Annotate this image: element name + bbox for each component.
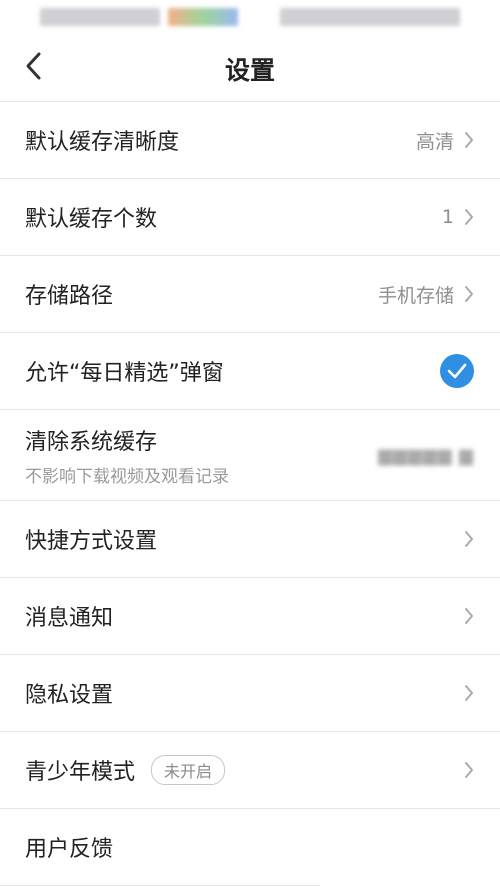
setting-value: 高清 [415, 130, 454, 153]
chevron-left-icon [24, 51, 42, 85]
setting-privacy[interactable]: 隐私设置 [0, 654, 500, 731]
chevron-right-icon [464, 208, 474, 226]
setting-feedback[interactable]: 用户反馈 [0, 808, 500, 885]
setting-notifications[interactable]: 消息通知 [0, 577, 500, 654]
chevron-right-icon [464, 761, 474, 779]
setting-label: 默认缓存个数 [25, 207, 158, 232]
setting-subtitle: 不影响下载视频及观看记录 [25, 466, 229, 487]
page-title: 设置 [224, 56, 275, 85]
setting-label: 允许“每日精选”弹窗 [25, 361, 224, 386]
setting-label: 用户反馈 [25, 837, 114, 862]
settings-list: 默认缓存清晰度 高清 默认缓存个数 1 存储路径 手机存储 允许“每日精选”弹窗… [0, 101, 500, 886]
setting-value: 手机存储 [377, 284, 454, 307]
status-badge: 未开启 [151, 755, 226, 785]
back-button[interactable] [18, 50, 48, 86]
setting-shortcut[interactable]: 快捷方式设置 [0, 500, 500, 577]
chevron-right-icon [464, 684, 474, 702]
setting-label: 快捷方式设置 [25, 529, 158, 554]
divider [0, 885, 320, 886]
setting-label: 隐私设置 [25, 683, 114, 708]
status-blur-right [280, 8, 460, 26]
chevron-right-icon [464, 530, 474, 548]
setting-cache-count[interactable]: 默认缓存个数 1 [0, 178, 500, 255]
setting-label: 清除系统缓存 [25, 429, 158, 455]
checkbox-checked-icon[interactable] [440, 354, 474, 388]
setting-label: 青少年模式 [25, 760, 136, 785]
cache-size-blurred: ▆▆▆▆▆ ▆ [378, 444, 474, 466]
setting-label: 默认缓存清晰度 [25, 130, 180, 155]
setting-daily-popup[interactable]: 允许“每日精选”弹窗 [0, 332, 500, 409]
setting-clear-cache[interactable]: 清除系统缓存 不影响下载视频及观看记录 ▆▆▆▆▆ ▆ [0, 409, 500, 500]
chevron-right-icon [464, 285, 474, 303]
setting-youth-mode[interactable]: 青少年模式 未开启 [0, 731, 500, 808]
setting-label: 存储路径 [25, 284, 114, 309]
setting-storage-path[interactable]: 存储路径 手机存储 [0, 255, 500, 332]
setting-cache-quality[interactable]: 默认缓存清晰度 高清 [0, 101, 500, 178]
top-bar: 设置 [0, 36, 500, 102]
status-blur-left [40, 8, 160, 26]
setting-value: 1 [441, 206, 454, 228]
chevron-right-icon [464, 131, 474, 149]
status-blur-color [168, 8, 238, 26]
status-bar [0, 0, 500, 36]
setting-label: 消息通知 [25, 606, 114, 631]
chevron-right-icon [464, 607, 474, 625]
